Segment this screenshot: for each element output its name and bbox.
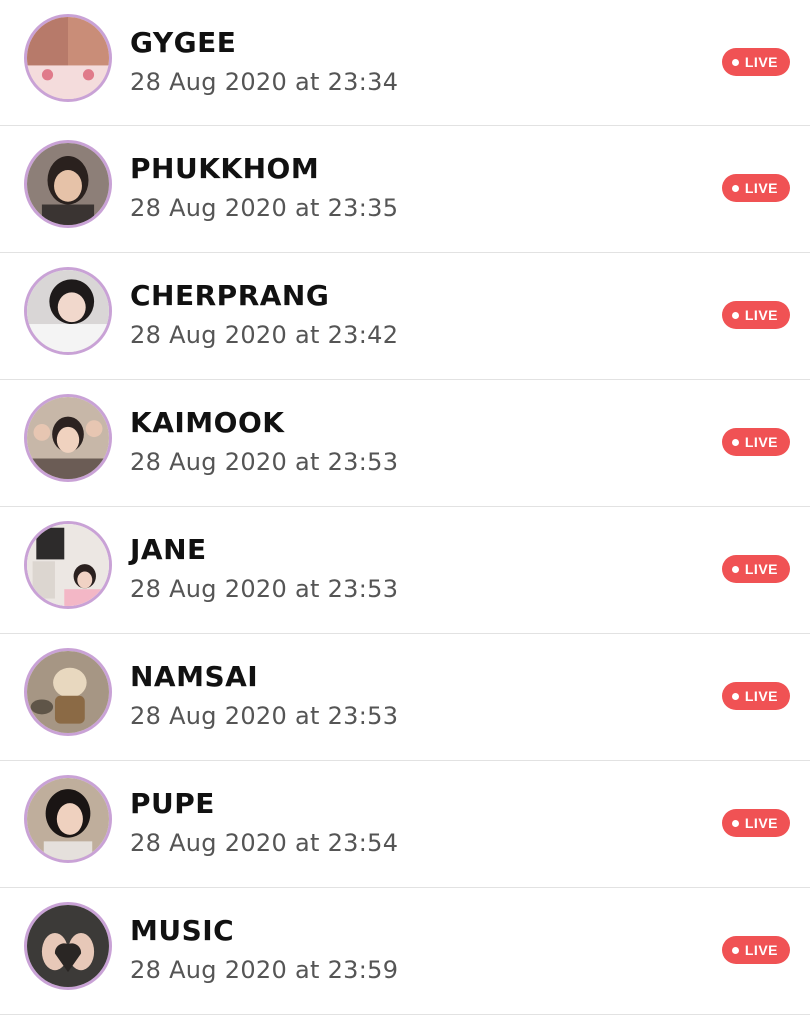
live-badge-label: LIVE: [744, 561, 778, 577]
live-dot-icon: [731, 184, 739, 192]
list-item[interactable]: MUSIC 28 Aug 2020 at 23:59 LIVE: [0, 888, 810, 1015]
live-timestamp: 28 Aug 2020 at 23:59: [130, 956, 399, 984]
live-badge: LIVE: [721, 428, 790, 456]
list-item[interactable]: PUPE 28 Aug 2020 at 23:54 LIVE: [0, 761, 810, 888]
live-badge-label: LIVE: [744, 180, 778, 196]
avatar-photo: [27, 524, 109, 606]
list-item[interactable]: NAMSAI 28 Aug 2020 at 23:53 LIVE: [0, 634, 810, 761]
member-name: PHUKKHOM: [130, 152, 320, 185]
live-badge: LIVE: [721, 555, 790, 583]
avatar-photo: [27, 270, 109, 352]
avatar[interactable]: [24, 140, 112, 228]
avatar-photo: [27, 397, 109, 479]
live-timestamp: 28 Aug 2020 at 23:53: [130, 448, 399, 476]
live-timestamp: 28 Aug 2020 at 23:35: [130, 194, 399, 222]
live-badge: LIVE: [721, 809, 790, 837]
live-badge: LIVE: [721, 936, 790, 964]
list-item[interactable]: GYGEE 28 Aug 2020 at 23:34 LIVE: [0, 0, 810, 126]
avatar-photo: [27, 905, 109, 987]
live-dot-icon: [731, 946, 739, 954]
live-list: GYGEE 28 Aug 2020 at 23:34 LIVE PHUKKHOM…: [0, 0, 810, 1015]
member-name: GYGEE: [130, 26, 237, 59]
live-dot-icon: [731, 819, 739, 827]
avatar[interactable]: [24, 267, 112, 355]
avatar-photo: [27, 778, 109, 860]
member-name: PUPE: [130, 787, 215, 820]
member-name: KAIMOOK: [130, 406, 285, 439]
avatar-photo: [27, 143, 109, 225]
avatar[interactable]: [24, 775, 112, 863]
live-dot-icon: [731, 692, 739, 700]
avatar[interactable]: [24, 394, 112, 482]
live-dot-icon: [731, 438, 739, 446]
avatar-photo: [27, 651, 109, 733]
member-name: MUSIC: [130, 914, 235, 947]
avatar[interactable]: [24, 902, 112, 990]
live-badge-label: LIVE: [744, 688, 778, 704]
avatar[interactable]: [24, 521, 112, 609]
live-badge-label: LIVE: [744, 434, 778, 450]
member-name: NAMSAI: [130, 660, 259, 693]
live-dot-icon: [731, 58, 739, 66]
live-timestamp: 28 Aug 2020 at 23:54: [130, 829, 399, 857]
live-dot-icon: [731, 565, 739, 573]
live-badge: LIVE: [721, 301, 790, 329]
live-badge: LIVE: [721, 48, 790, 76]
list-item[interactable]: PHUKKHOM 28 Aug 2020 at 23:35 LIVE: [0, 126, 810, 253]
avatar[interactable]: [24, 648, 112, 736]
live-timestamp: 28 Aug 2020 at 23:42: [130, 321, 399, 349]
live-timestamp: 28 Aug 2020 at 23:53: [130, 575, 399, 603]
live-badge-label: LIVE: [744, 942, 778, 958]
list-item[interactable]: JANE 28 Aug 2020 at 23:53 LIVE: [0, 507, 810, 634]
list-item[interactable]: KAIMOOK 28 Aug 2020 at 23:53 LIVE: [0, 380, 810, 507]
avatar-photo: [27, 17, 109, 99]
live-timestamp: 28 Aug 2020 at 23:53: [130, 702, 399, 730]
live-dot-icon: [731, 311, 739, 319]
live-badge: LIVE: [721, 174, 790, 202]
list-item[interactable]: CHERPRANG 28 Aug 2020 at 23:42 LIVE: [0, 253, 810, 380]
live-badge-label: LIVE: [744, 307, 778, 323]
live-badge-label: LIVE: [744, 815, 778, 831]
live-timestamp: 28 Aug 2020 at 23:34: [130, 68, 399, 96]
member-name: JANE: [130, 533, 207, 566]
live-badge-label: LIVE: [744, 54, 778, 70]
live-badge: LIVE: [721, 682, 790, 710]
avatar[interactable]: [24, 14, 112, 102]
member-name: CHERPRANG: [130, 279, 330, 312]
